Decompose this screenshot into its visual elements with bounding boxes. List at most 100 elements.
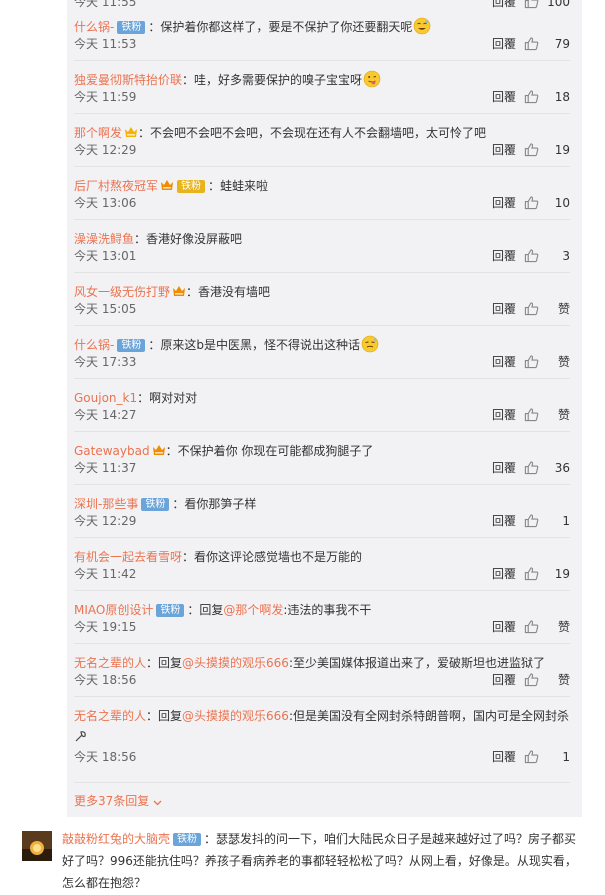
reply-button[interactable]: 回覆 [492,672,516,688]
reply-button[interactable]: 回覆 [492,142,516,158]
comment-username[interactable]: Goujon_k1 [74,391,137,405]
comment-username[interactable]: 独爱曼彻斯特抬价联 [74,73,182,87]
like-button[interactable]: 赞 [524,301,570,317]
comment-username[interactable]: 深圳-那些事 [74,497,138,511]
comment-meta: 今天 11:53 回覆 79 [74,36,570,52]
like-button[interactable]: 3 [524,248,570,264]
comment-username[interactable]: MIAO原创设计 [74,603,153,617]
comment-username[interactable]: 有机会一起去看雪呀 [74,550,182,564]
comment-username[interactable]: 什么锅- [74,338,114,352]
reply-button[interactable]: 回覆 [492,619,516,635]
comment-line: 那个啊发 ：不会吧不会吧不会吧，不会现在还有人不会翻墙吧，太可怜了吧 [74,122,570,144]
comment-time: 今天 13:06 [74,196,137,210]
like-button[interactable]: 赞 [524,354,570,370]
reply-button[interactable]: 回覆 [492,354,516,370]
fan-badge[interactable]: 铁粉 [156,604,185,617]
like-button[interactable]: 1 [524,513,570,529]
comment-username[interactable]: 风女一级无伤打野 [74,285,170,299]
comment-line: 独爱曼彻斯特抬价联：哇，好多需要保护的嗅子宝宝呀 [74,69,570,91]
thumbs-up-icon [524,249,539,263]
reply-button[interactable]: 回覆 [492,407,516,423]
comment-time: 今天 11:59 [74,90,137,104]
comment-text: ：香港好像没屏蔽吧 [134,232,243,246]
like-count: 1 [562,750,570,764]
comment-time: 今天 18:56 [74,673,137,687]
like-button[interactable]: 18 [524,89,570,105]
comment-meta: 今天 12:29 回覆 1 [74,513,570,529]
reply-button[interactable]: 回覆 [492,195,516,211]
thumbs-up-icon [524,0,539,9]
like-button[interactable]: 100 [524,0,570,10]
mention-link[interactable]: @头摸摸的观乐666 [182,656,289,670]
like-button[interactable]: 79 [524,36,570,52]
like-button[interactable]: 36 [524,460,570,476]
more-replies-link[interactable]: 更多37条回复 [74,792,162,809]
comment-line: 澡澡洗鲟鱼：香港好像没屏蔽吧 [74,228,570,250]
comment-meta: 今天 17:33 回覆 赞 [74,354,570,370]
like-button[interactable]: 赞 [524,619,570,635]
comment-text: ：看你这评论感觉墙也不是万能的 [182,550,363,564]
chevron-down-icon [153,800,162,806]
fan-badge[interactable]: 铁粉 [117,339,146,352]
comment-username[interactable]: 无名之辈的人 [74,656,146,670]
thumbs-up-icon [524,196,539,210]
like-button[interactable]: 19 [524,142,570,158]
comment-username[interactable]: 什么锅- [74,20,114,34]
like-count: 赞 [557,302,570,316]
fan-badge[interactable]: 铁粉 [117,21,146,34]
reply-button[interactable]: 回覆 [492,89,516,105]
fan-badge[interactable]: 铁粉 [177,180,206,193]
fan-badge[interactable]: 铁粉 [173,833,202,846]
comment-username[interactable]: 澡澡洗鲟鱼 [74,232,134,246]
divider [74,113,570,114]
inline-image-icon[interactable] [74,729,88,743]
comment-text: ：不保护着你 你现在可能都成狗腿子了 [165,444,374,458]
comment-line: 有机会一起去看雪呀：看你这评论感觉墙也不是万能的 [74,546,570,568]
avatar[interactable] [22,831,52,861]
like-button[interactable]: 赞 [524,407,570,423]
reply-button[interactable]: 回覆 [492,460,516,476]
comment-time: 今天 17:33 [74,355,137,369]
comment-time: 今天 12:29 [74,514,137,528]
comment-line: 什么锅- 铁粉 ：保护着你都这样了，要是不保护了你还要翻天呢 [74,16,570,38]
tongue-emoji-icon [363,70,381,88]
comment-username[interactable]: 那个啊发 [74,126,122,140]
reply-button[interactable]: 回覆 [492,248,516,264]
sweat-emoji-icon [361,335,379,353]
fan-badge[interactable]: 铁粉 [141,498,170,511]
thumbs-up-icon [524,750,539,764]
comment-text: ：看你那笋子样 [172,497,257,511]
thumbs-up-icon [524,37,539,51]
mention-link[interactable]: @那个啊发 [223,603,283,617]
divider [74,643,570,644]
comment-username[interactable]: 后厂村熬夜冠军 [74,179,158,193]
like-count: 1 [562,514,570,528]
like-button[interactable]: 赞 [524,672,570,688]
mention-link[interactable]: @头摸摸的观乐666 [182,709,289,723]
reply-button[interactable]: 回覆 [492,513,516,529]
reply-button[interactable]: 回覆 [492,301,516,317]
comment-text: :但是美国没有全网封杀特朗普啊，国内可是全网封杀 [288,709,569,723]
like-button[interactable]: 1 [524,749,570,765]
comment-text: ：蛙蛙来啦 [208,179,269,193]
reply-prefix: ：回复 [146,709,183,723]
comment-username[interactable]: 敲敲粉红兔的大脑壳 [62,832,170,846]
reply-button[interactable]: 回覆 [492,0,516,10]
thumbs-up-icon [524,567,539,581]
divider [74,590,570,591]
reply-button[interactable]: 回覆 [492,749,516,765]
divider [74,325,570,326]
comment-username[interactable]: 无名之辈的人 [74,709,146,723]
comment-text: ：保护着你都这样了，要是不保护了你还要翻天呢 [148,20,413,34]
like-button[interactable]: 19 [524,566,570,582]
thumbs-up-icon [524,408,539,422]
like-count: 18 [554,90,570,104]
comment-username[interactable]: Gatewaybad [74,444,150,458]
comment-line: 无名之辈的人：回复@头摸摸的观乐666:至少美国媒体报道出来了，爱破斯坦也进监狱… [74,652,570,674]
reply-button[interactable]: 回覆 [492,566,516,582]
like-button[interactable]: 10 [524,195,570,211]
reply-button[interactable]: 回覆 [492,36,516,52]
comment-time: 今天 14:27 [74,408,137,422]
comment-time: 今天 15:05 [74,302,137,316]
comment-time: 今天 19:15 [74,620,137,634]
